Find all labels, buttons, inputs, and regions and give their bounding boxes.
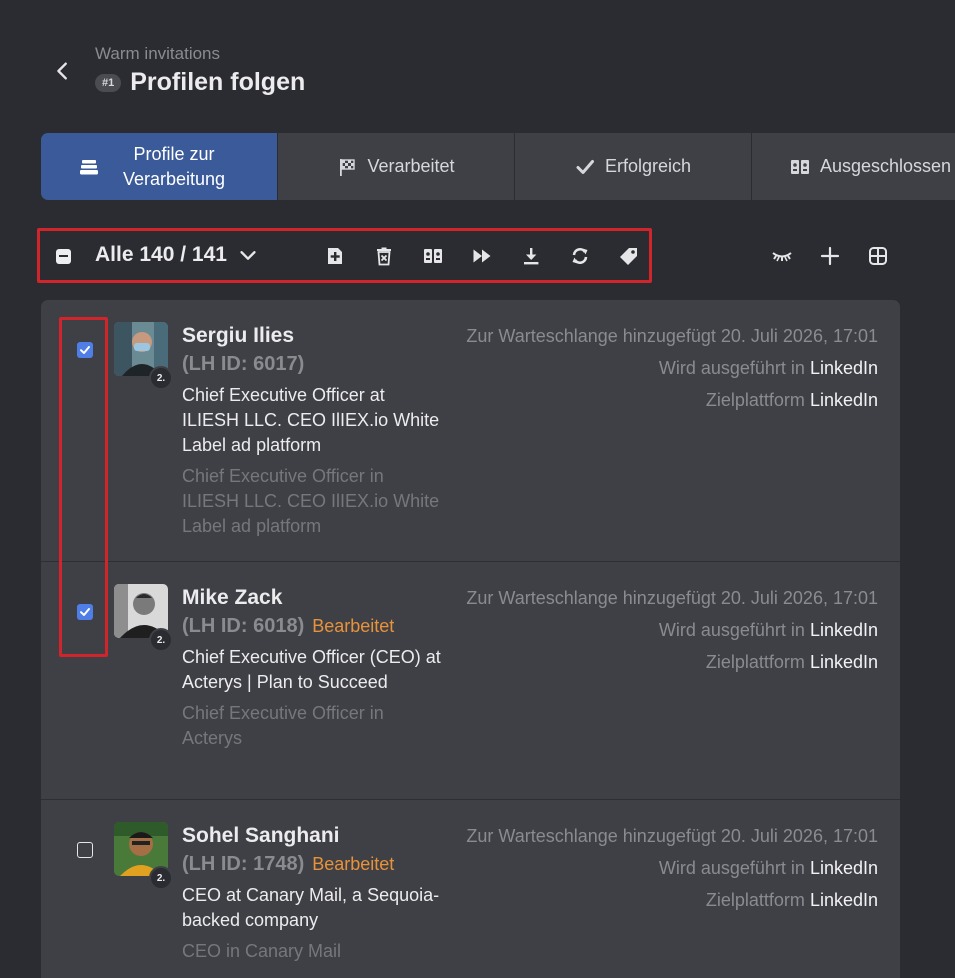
target-value: LinkedIn	[809, 652, 878, 672]
selection-count: Alle 140 / 141	[95, 243, 227, 266]
bulk-actions-toolbar: Alle 140 / 141	[37, 228, 652, 283]
tab-label: Verarbeitet	[367, 156, 455, 176]
chevron-left-icon	[57, 62, 67, 80]
executed-value: LinkedIn	[809, 858, 878, 878]
toolbar-actions	[310, 244, 653, 268]
queued-date: Zur Warteschlange hinzugefügt 20. Juli 2…	[466, 826, 878, 846]
executed-label: Wird ausgeführt in	[658, 620, 805, 640]
skip-forward-icon[interactable]	[457, 244, 506, 268]
tab-label: Ausgeschlossen	[819, 156, 952, 176]
tab-profiles-to-process[interactable]: Profile zur Verarbeitung	[41, 133, 278, 200]
target-platform: Zielplattform LinkedIn	[466, 646, 878, 678]
row-checkbox[interactable]	[77, 842, 93, 858]
checkbox-highlight-frame	[59, 317, 108, 657]
target-label: Zielplattform	[705, 890, 805, 910]
edited-label: Bearbeitet	[312, 854, 395, 874]
status-tabs: Profile zur Verarbeitung Verarbeitet Erf…	[41, 133, 955, 200]
target-label: Zielplattform	[705, 652, 805, 672]
download-icon[interactable]	[506, 244, 555, 268]
excluded-people-icon	[790, 157, 810, 177]
target-value: LinkedIn	[809, 890, 878, 910]
target-platform: Zielplattform LinkedIn	[466, 384, 878, 416]
queued-date: Zur Warteschlange hinzugefügt 20. Juli 2…	[466, 326, 878, 346]
target-label: Zielplattform	[705, 390, 805, 410]
profile-info: Sohel Sanghani (LH ID: 1748) Bearbeitet C…	[182, 822, 442, 964]
profile-name[interactable]: Sohel Sanghani	[182, 822, 442, 850]
lh-id: (LH ID: 1748)	[182, 853, 305, 875]
delete-icon[interactable]	[359, 244, 408, 268]
profile-list: 2. Sergiu Ilies (LH ID: 6017) Chief Exec…	[41, 300, 900, 978]
page-header: Warm invitations #1 Profilen folgen	[52, 44, 652, 104]
tab-successful[interactable]: Erfolgreich	[515, 133, 752, 200]
title-row: #1 Profilen folgen	[95, 68, 305, 97]
campaign-name: Warm invitations	[95, 44, 221, 63]
table-row: 2. Sohel Sanghani (LH ID: 1748) Bearbeite…	[41, 800, 900, 978]
checkered-flag-icon	[337, 157, 357, 177]
tab-excluded[interactable]: Ausgeschlossen	[752, 133, 955, 200]
view-tools	[758, 242, 902, 270]
table-row: 2. Mike Zack (LH ID: 6018) Bearbeitet Chi…	[41, 562, 900, 800]
executed-value: LinkedIn	[809, 358, 878, 378]
queued-date: Zur Warteschlange hinzugefügt 20. Juli 2…	[466, 588, 878, 608]
profile-info: Mike Zack (LH ID: 6018) Bearbeitet Chief …	[182, 584, 442, 751]
grid-icon[interactable]	[854, 242, 902, 270]
select-all-checkbox[interactable]	[56, 249, 71, 264]
profile-lh-id: (LH ID: 6017)	[182, 350, 442, 378]
checkmark-icon	[575, 157, 595, 177]
profile-meta: Zur Warteschlange hinzugefügt 20. Juli 2…	[466, 320, 878, 416]
connection-degree-badge: 2.	[149, 628, 173, 652]
executed-label: Wird ausgeführt in	[658, 858, 805, 878]
page-title: Profilen folgen	[130, 68, 306, 96]
profile-meta: Zur Warteschlange hinzugefügt 20. Juli 2…	[466, 820, 878, 916]
profile-meta: Zur Warteschlange hinzugefügt 20. Juli 2…	[466, 582, 878, 678]
queue-stack-icon	[79, 157, 99, 177]
tab-processed[interactable]: Verarbeitet	[278, 133, 515, 200]
target-value: LinkedIn	[809, 390, 878, 410]
profile-job: Chief Executive Officer in Acterys	[182, 703, 384, 748]
selection-dropdown[interactable]: Alle 140 / 141	[95, 243, 259, 267]
tab-label: Erfolgreich	[604, 156, 692, 176]
executed-in: Wird ausgeführt in LinkedIn	[466, 852, 878, 884]
back-button[interactable]	[52, 56, 76, 86]
connection-degree-badge: 2.	[149, 866, 173, 890]
chevron-down-icon	[240, 251, 256, 260]
profile-name[interactable]: Mike Zack	[182, 584, 442, 612]
profile-job: Chief Executive Officer in ILIESH LLC. C…	[182, 466, 440, 536]
exclude-icon[interactable]	[408, 244, 457, 268]
plus-icon[interactable]	[806, 242, 854, 270]
profile-headline: Chief Executive Officer at ILIESH LLC. C…	[182, 385, 440, 455]
profile-lh-id: (LH ID: 1748) Bearbeitet	[182, 850, 442, 878]
connection-degree-badge: 2.	[149, 366, 173, 390]
add-icon[interactable]	[310, 244, 359, 268]
profile-lh-id: (LH ID: 6018) Bearbeitet	[182, 612, 442, 640]
step-badge: #1	[95, 73, 122, 92]
executed-in: Wird ausgeführt in LinkedIn	[466, 352, 878, 384]
refresh-icon[interactable]	[555, 244, 604, 268]
profile-name[interactable]: Sergiu Ilies	[182, 322, 442, 350]
edited-label: Bearbeitet	[312, 616, 395, 636]
tag-icon[interactable]	[604, 244, 653, 268]
hide-icon[interactable]	[758, 242, 806, 270]
tab-label: Profile zur Verarbeitung	[122, 143, 226, 189]
lh-id: (LH ID: 6017)	[182, 353, 305, 375]
lh-id: (LH ID: 6018)	[182, 615, 305, 637]
table-row: 2. Sergiu Ilies (LH ID: 6017) Chief Exec…	[41, 300, 900, 562]
executed-in: Wird ausgeführt in LinkedIn	[466, 614, 878, 646]
profile-headline: CEO at Canary Mail, a Sequoia-backed com…	[182, 885, 440, 930]
target-platform: Zielplattform LinkedIn	[466, 884, 878, 916]
profile-info: Sergiu Ilies (LH ID: 6017) Chief Executi…	[182, 322, 442, 539]
executed-label: Wird ausgeführt in	[658, 358, 805, 378]
profile-headline: Chief Executive Officer (CEO) at Acterys…	[182, 647, 441, 692]
executed-value: LinkedIn	[809, 620, 878, 640]
profile-job: CEO in Canary Mail	[182, 941, 342, 961]
